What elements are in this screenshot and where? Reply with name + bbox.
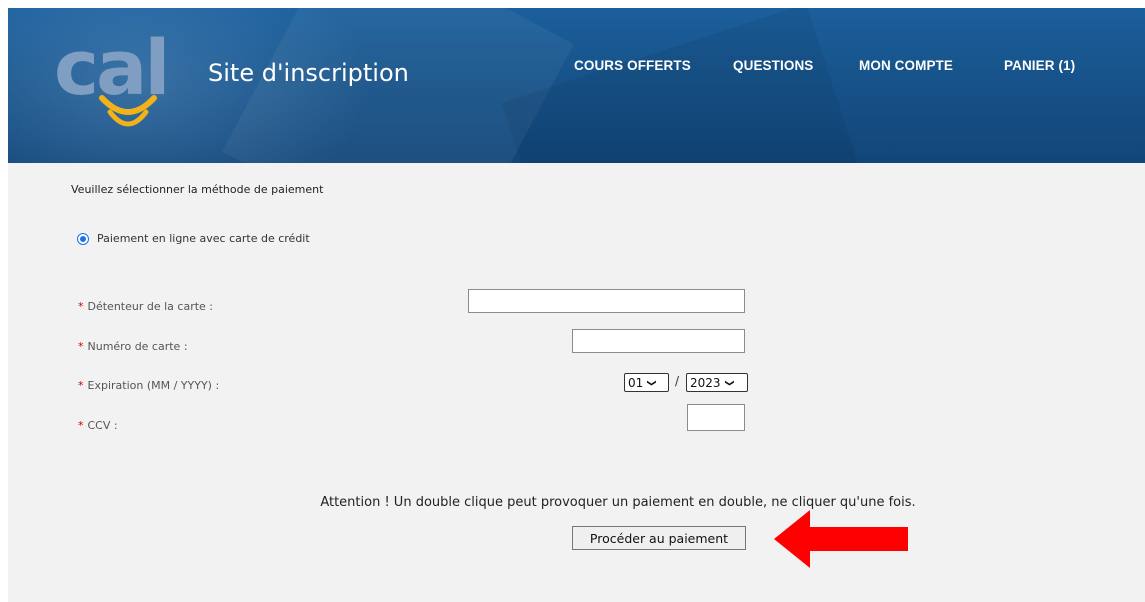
required-mark: * [78,379,84,392]
cal-logo[interactable]: cal [54,30,194,138]
nav-questions[interactable]: QUESTIONS [733,58,813,73]
ccv-label: * CCV : [78,419,118,432]
ccv-input[interactable] [687,404,745,431]
required-mark: * [78,419,84,432]
nav-cours-offerts[interactable]: COURS OFFERTS [574,58,691,73]
expiration-year-select[interactable]: 2023 ❯ [686,373,748,392]
proceed-to-payment-button[interactable]: Procéder au paiement [572,526,746,550]
card-holder-input[interactable] [468,289,745,313]
signal-waves-icon [99,95,157,127]
payment-form: Veuillez sélectionner la méthode de paie… [8,163,1145,602]
payment-option-credit-card[interactable]: Paiement en ligne avec carte de crédit [77,232,310,245]
site-header: cal Site d'inscription COURS OFFERTS QUE… [8,8,1145,163]
card-holder-label: * Détenteur de la carte : [78,300,213,313]
site-title: Site d'inscription [208,59,409,87]
radio-button-selected[interactable] [77,232,89,245]
red-arrow-icon [774,510,908,568]
chevron-down-icon: ❯ [646,378,657,387]
chevron-down-icon: ❯ [723,378,734,387]
card-number-label: * Numéro de carte : [78,340,188,353]
card-number-input[interactable] [572,329,745,353]
payment-option-label: Paiement en ligne avec carte de crédit [97,232,310,245]
payment-method-prompt: Veuillez sélectionner la méthode de paie… [71,183,324,196]
page: cal Site d'inscription COURS OFFERTS QUE… [8,8,1145,602]
required-mark: * [78,340,84,353]
required-mark: * [78,300,84,313]
nav-mon-compte[interactable]: MON COMPTE [859,58,953,73]
expiration-label: * Expiration (MM / YYYY) : [78,379,220,392]
expiration-separator: / [675,374,680,388]
double-click-warning: Attention ! Un double clique peut provoq… [320,495,916,510]
expiration-month-select[interactable]: 01 ❯ [624,373,669,392]
nav-panier[interactable]: PANIER (1) [1004,58,1075,73]
